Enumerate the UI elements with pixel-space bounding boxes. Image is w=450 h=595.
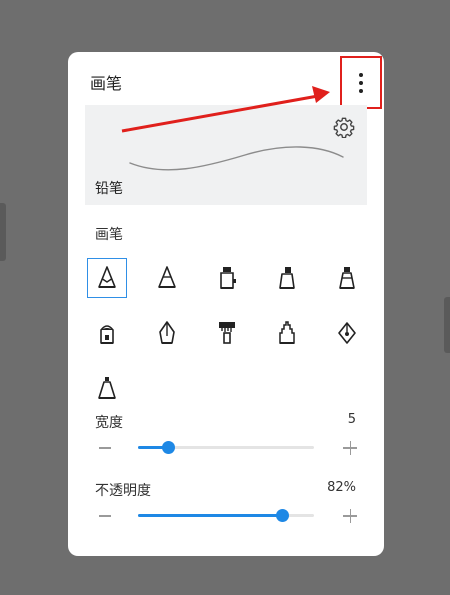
- opacity-value: 82%: [327, 480, 356, 495]
- brush-cone-pen[interactable]: [147, 258, 187, 298]
- brush-pixel-pen[interactable]: [267, 313, 307, 353]
- opacity-slider-fill: [138, 514, 283, 517]
- more-options-button[interactable]: [340, 56, 382, 109]
- stroke-sample: [129, 146, 344, 171]
- more-vertical-icon-dot: [359, 80, 363, 85]
- brush-pencil[interactable]: [87, 258, 127, 298]
- left-edge-handle: [0, 203, 6, 261]
- more-vertical-icon-dot: [359, 88, 363, 93]
- stroke-preview: 铅笔: [85, 105, 367, 205]
- opacity-decrease-button[interactable]: [99, 515, 111, 517]
- preview-brush-name: 铅笔: [95, 181, 123, 197]
- panel-title: 画笔: [90, 74, 123, 93]
- brush-fountain-pen[interactable]: [327, 313, 367, 353]
- plus-icon-stem: [349, 441, 351, 455]
- right-edge-handle: [444, 297, 450, 353]
- calligraphy-pen-icon: [159, 321, 175, 344]
- width-value: 5: [347, 412, 356, 427]
- fountain-pen-icon: [338, 322, 356, 344]
- width-slider[interactable]: [138, 441, 314, 454]
- brush-ink-bottle[interactable]: [207, 258, 247, 298]
- plus-icon-stem: [349, 509, 351, 523]
- cone-brush-icon: [98, 377, 116, 399]
- brush-highlighter[interactable]: [327, 258, 367, 298]
- width-slider-thumb[interactable]: [161, 441, 175, 454]
- highlighter-icon: [339, 267, 355, 289]
- cone-pen-icon: [158, 266, 176, 288]
- brush-crayon[interactable]: [87, 313, 127, 353]
- width-decrease-button[interactable]: [99, 447, 111, 449]
- pencil-icon: [98, 266, 116, 288]
- ink-bottle-icon: [220, 267, 236, 289]
- width-label: 宽度: [95, 415, 123, 431]
- more-vertical-icon: [359, 72, 363, 77]
- pixel-pen-icon: [279, 321, 295, 344]
- crayon-icon: [100, 325, 114, 344]
- brush-calligraphy-pen[interactable]: [147, 313, 187, 353]
- opacity-slider[interactable]: [138, 509, 314, 522]
- brush-paint-brush[interactable]: [207, 313, 247, 353]
- opacity-slider-thumb[interactable]: [276, 509, 290, 522]
- brush-section-label: 画笔: [95, 227, 123, 243]
- opacity-slider-row: [95, 506, 357, 526]
- marker-icon: [279, 267, 295, 289]
- brush-panel: 画笔 铅笔 画笔 宽度 5 不透明度 82%: [68, 52, 384, 556]
- brush-cone-brush[interactable]: [87, 368, 127, 408]
- paint-brush-icon: [219, 322, 235, 344]
- gear-icon[interactable]: [333, 116, 355, 138]
- brush-marker[interactable]: [267, 258, 307, 298]
- width-slider-row: [95, 438, 357, 458]
- opacity-label: 不透明度: [95, 483, 151, 499]
